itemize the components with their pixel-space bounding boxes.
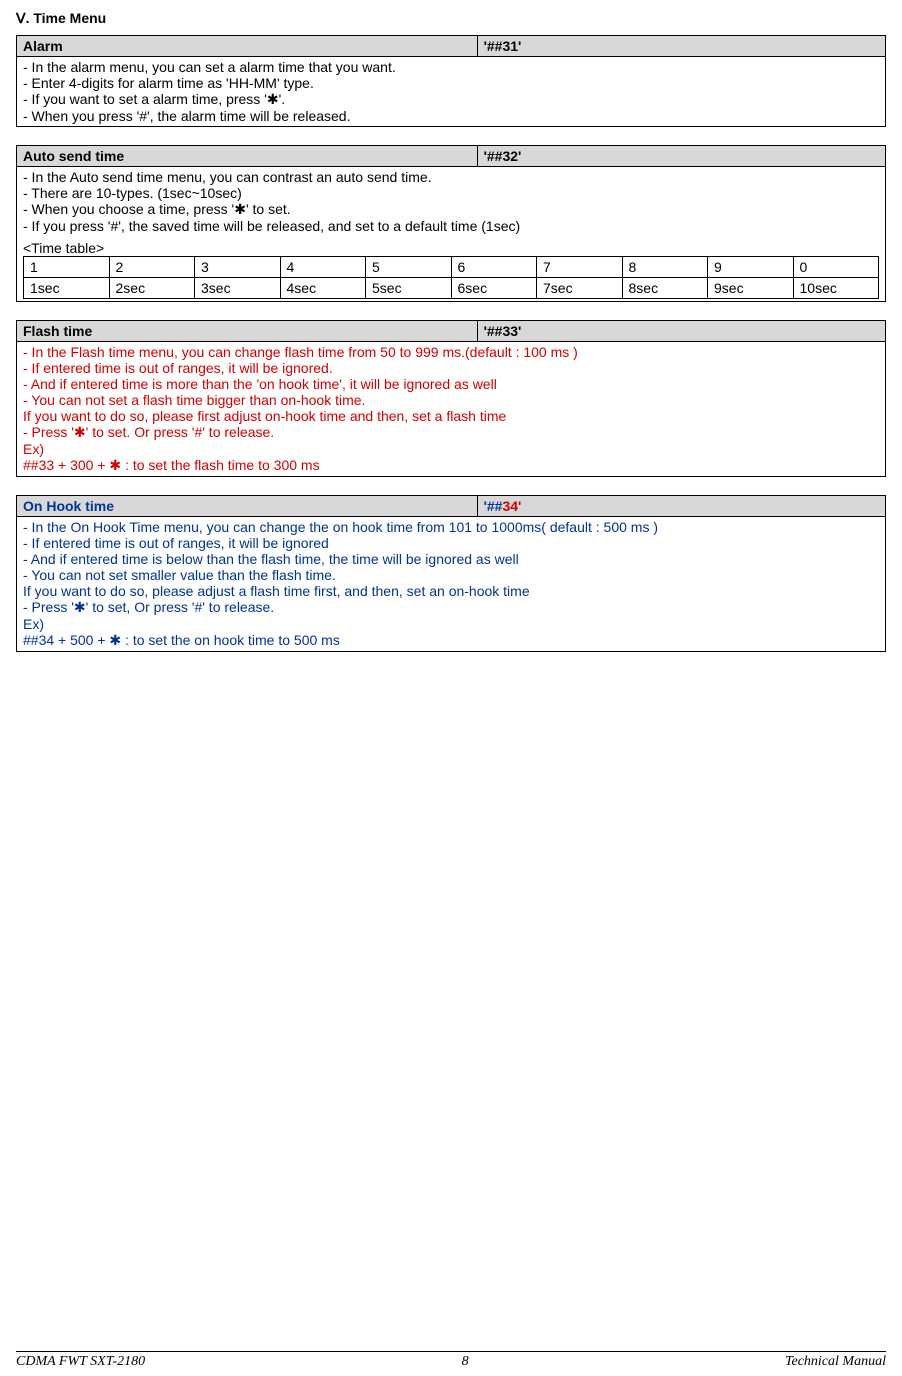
- autosend-content: - In the Auto send time menu, you can co…: [17, 167, 886, 302]
- time-table-label: <Time table>: [23, 240, 879, 256]
- flashtime-content: - In the Flash time menu, you can change…: [17, 342, 886, 477]
- onhook-line: ##34 + 500 + ✱ : to set the on hook time…: [23, 632, 879, 649]
- alarm-line: - Enter 4-digits for alarm time as 'HH-M…: [23, 75, 879, 91]
- flashtime-code: '##33': [477, 321, 885, 342]
- autosend-line: - There are 10-types. (1sec~10sec): [23, 185, 879, 201]
- onhook-line: - In the On Hook Time menu, you can chan…: [23, 519, 879, 535]
- onhook-content: - In the On Hook Time menu, you can chan…: [17, 517, 886, 652]
- time-table-value-cell: 1sec: [24, 278, 110, 299]
- footer-left: CDMA FWT SXT-2180: [16, 1354, 145, 1370]
- onhook-code-pre: '##: [484, 498, 503, 514]
- alarm-title: Alarm: [17, 36, 478, 57]
- time-table-value-cell: 2sec: [109, 278, 195, 299]
- footer-center: 8: [462, 1354, 469, 1370]
- flashtime-line: - If entered time is out of ranges, it w…: [23, 360, 879, 376]
- onhook-code: '##34': [477, 496, 885, 517]
- time-table-header-cell: 4: [280, 257, 366, 278]
- onhook-line: - And if entered time is below than the …: [23, 551, 879, 567]
- time-table-value-cell: 6sec: [451, 278, 537, 299]
- onhook-line: - You can not set smaller value than the…: [23, 567, 879, 583]
- time-table-value-cell: 9sec: [708, 278, 794, 299]
- time-table-header-cell: 2: [109, 257, 195, 278]
- autosend-line: - If you press '#', the saved time will …: [23, 218, 879, 234]
- footer-right: Technical Manual: [785, 1354, 886, 1370]
- time-table-value-cell: 8sec: [622, 278, 708, 299]
- time-table-header-cell: 3: [195, 257, 281, 278]
- time-table-value-cell: 3sec: [195, 278, 281, 299]
- section-title: Ⅴ. Time Menu: [16, 10, 886, 27]
- onhook-code-num: 34': [502, 498, 521, 514]
- alarm-line: - If you want to set a alarm time, press…: [23, 91, 879, 108]
- flashtime-line: - And if entered time is more than the '…: [23, 376, 879, 392]
- time-table-header-cell: 8: [622, 257, 708, 278]
- onhook-line: - Press '✱' to set, Or press '#' to rele…: [23, 599, 879, 616]
- alarm-content: - In the alarm menu, you can set a alarm…: [17, 57, 886, 127]
- autosend-box: Auto send time '##32' - In the Auto send…: [16, 145, 886, 302]
- time-table-header-cell: 9: [708, 257, 794, 278]
- flashtime-line: - You can not set a flash time bigger th…: [23, 392, 879, 408]
- time-table-value-cell: 5sec: [366, 278, 452, 299]
- time-table-value-row: 1sec 2sec 3sec 4sec 5sec 6sec 7sec 8sec …: [24, 278, 879, 299]
- time-table-value-cell: 10sec: [793, 278, 879, 299]
- autosend-line: - When you choose a time, press '✱' to s…: [23, 201, 879, 218]
- alarm-line: - When you press '#', the alarm time wil…: [23, 108, 879, 124]
- time-table-value-cell: 7sec: [537, 278, 623, 299]
- flashtime-line: ##33 + 300 + ✱ : to set the flash time t…: [23, 457, 879, 474]
- onhook-line: Ex): [23, 616, 879, 632]
- flashtime-line: - In the Flash time menu, you can change…: [23, 344, 879, 360]
- alarm-code: '##31': [477, 36, 885, 57]
- flashtime-box: Flash time '##33' - In the Flash time me…: [16, 320, 886, 477]
- onhook-line: If you want to do so, please adjust a fl…: [23, 583, 879, 599]
- time-table-value-cell: 4sec: [280, 278, 366, 299]
- autosend-code: '##32': [477, 146, 885, 167]
- onhook-title: On Hook time: [17, 496, 478, 517]
- alarm-line: - In the alarm menu, you can set a alarm…: [23, 59, 879, 75]
- alarm-box: Alarm '##31' - In the alarm menu, you ca…: [16, 35, 886, 127]
- flashtime-line: If you want to do so, please first adjus…: [23, 408, 879, 424]
- time-table-header-cell: 1: [24, 257, 110, 278]
- onhook-line: - If entered time is out of ranges, it w…: [23, 535, 879, 551]
- autosend-line: - In the Auto send time menu, you can co…: [23, 169, 879, 185]
- time-table-header-cell: 7: [537, 257, 623, 278]
- time-table-header-cell: 0: [793, 257, 879, 278]
- flashtime-title: Flash time: [17, 321, 478, 342]
- flashtime-line: Ex): [23, 441, 879, 457]
- onhook-box: On Hook time '##34' - In the On Hook Tim…: [16, 495, 886, 652]
- time-table: 1 2 3 4 5 6 7 8 9 0 1sec 2sec 3sec 4sec …: [23, 256, 879, 299]
- time-table-header-row: 1 2 3 4 5 6 7 8 9 0: [24, 257, 879, 278]
- page-footer: CDMA FWT SXT-2180 8 Technical Manual: [16, 1351, 886, 1370]
- flashtime-line: - Press '✱' to set. Or press '#' to rele…: [23, 424, 879, 441]
- time-table-header-cell: 5: [366, 257, 452, 278]
- autosend-title: Auto send time: [17, 146, 478, 167]
- time-table-header-cell: 6: [451, 257, 537, 278]
